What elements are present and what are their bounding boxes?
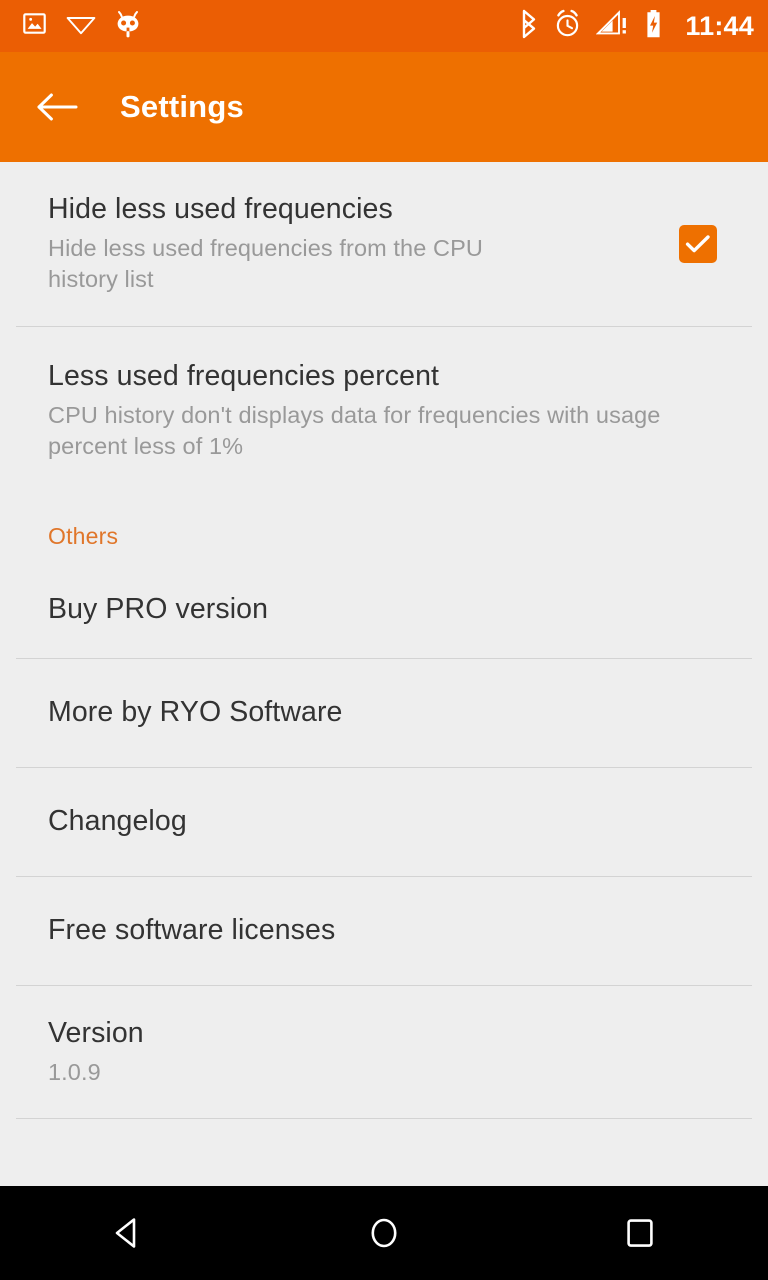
settings-list[interactable]: Hide less used frequencies Hide less use… — [0, 162, 768, 1186]
signal-no-service-icon — [596, 10, 629, 42]
preference-row-buy-pro-version[interactable]: Buy PRO version — [0, 562, 768, 658]
preference-title: Hide less used frequencies — [48, 193, 393, 225]
battery-charging-icon — [644, 9, 663, 44]
alarm-icon — [554, 9, 581, 43]
preference-row-hide-less-used-frequencies[interactable]: Hide less used frequencies Hide less use… — [0, 162, 768, 326]
checkbox-container[interactable] — [660, 225, 736, 264]
preference-row-version[interactable]: Version 1.0.9 — [0, 986, 768, 1118]
back-triangle-icon — [115, 1218, 136, 1248]
preference-summary: 1.0.9 — [48, 1058, 101, 1085]
nav-back-button[interactable] — [0, 1186, 256, 1280]
status-bar-right-icons: 11:44 — [520, 9, 754, 44]
home-circle-icon — [371, 1218, 397, 1248]
preference-texts: Hide less used frequencies Hide less use… — [48, 192, 660, 296]
list-divider — [16, 1118, 752, 1120]
preference-title: Changelog — [48, 805, 187, 838]
bluetooth-icon — [520, 9, 539, 44]
preference-row-more-by-ryo-software[interactable]: More by RYO Software — [0, 659, 768, 767]
arrow-back-icon[interactable] — [24, 74, 90, 140]
status-bar: 11:44 — [0, 0, 768, 52]
preference-row-free-software-licenses[interactable]: Free software licenses — [0, 877, 768, 985]
wifi-icon — [66, 12, 96, 41]
section-header-others: Others — [0, 497, 768, 562]
preference-title: Less used frequencies percent — [48, 360, 440, 393]
recents-square-icon — [627, 1219, 653, 1247]
preference-row-less-used-frequencies-percent[interactable]: Less used frequencies percent CPU histor… — [0, 327, 768, 497]
preference-title: Version — [48, 1017, 144, 1050]
app-toolbar: Settings — [0, 52, 768, 162]
screenshot-icon — [22, 11, 47, 41]
preference-row-changelog[interactable]: Changelog — [0, 768, 768, 876]
nav-recents-button[interactable] — [512, 1186, 768, 1280]
preference-title: Buy PRO version — [48, 593, 269, 626]
status-bar-left-icons — [22, 9, 141, 44]
preference-summary: Hide less used frequencies from the CPU … — [48, 234, 483, 293]
preference-title: Free software licenses — [48, 914, 336, 947]
check-icon — [685, 235, 710, 253]
status-bar-clock: 11:44 — [685, 10, 754, 41]
cyanogenmod-icon — [115, 9, 141, 44]
section-header-label: Others — [48, 523, 119, 550]
nav-home-button[interactable] — [256, 1186, 512, 1280]
page-title: Settings — [120, 89, 244, 124]
system-navigation-bar — [0, 1186, 768, 1280]
preference-summary: CPU history don't displays data for freq… — [48, 401, 661, 460]
hide-less-used-frequencies-checkbox[interactable] — [679, 225, 717, 264]
phone-screen: 11:44 Settings Hide less used frequencie… — [0, 0, 768, 1280]
preference-title: More by RYO Software — [48, 696, 343, 729]
